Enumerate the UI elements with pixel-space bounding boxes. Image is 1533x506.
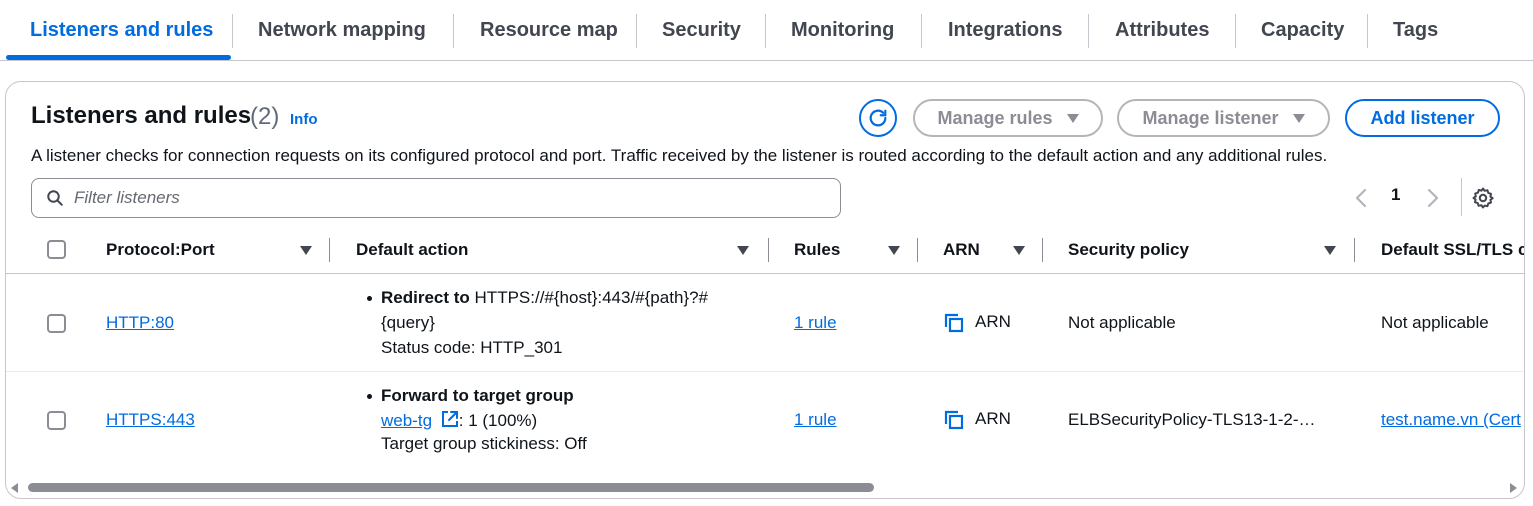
column-resizer[interactable] bbox=[917, 238, 918, 262]
ssl-certificate-value: Not applicable bbox=[1381, 313, 1489, 332]
listeners-panel: Listeners and rules (2) Info Manage rule… bbox=[5, 81, 1525, 499]
security-policy-value: ELBSecurityPolicy-TLS13-1-2-… bbox=[1068, 410, 1316, 429]
tab-integrations[interactable]: Integrations bbox=[948, 0, 1062, 61]
sort-caret-icon[interactable] bbox=[1324, 246, 1336, 255]
tab-listeners-and-rules[interactable]: Listeners and rules bbox=[30, 0, 213, 61]
rules-link[interactable]: 1 rule bbox=[794, 313, 837, 333]
column-header-protocol-port[interactable]: Protocol:Port bbox=[106, 240, 215, 260]
default-action-line: Forward to target group bbox=[381, 386, 574, 406]
tab-divider bbox=[1235, 14, 1236, 48]
target-group-line: web-tg : 1 (100%) bbox=[381, 410, 537, 431]
default-action-line: Redirect to HTTPS://#{host}:443/#{path}?… bbox=[381, 288, 708, 308]
manage-listener-label: Manage listener bbox=[1142, 107, 1279, 128]
tab-bar: Listeners and rules Network mapping Reso… bbox=[0, 0, 1533, 61]
manage-rules-button[interactable]: Manage rules bbox=[913, 99, 1103, 137]
horizontal-scrollbar[interactable] bbox=[6, 477, 1524, 497]
sort-caret-icon[interactable] bbox=[1013, 246, 1025, 255]
search-input[interactable] bbox=[74, 188, 774, 208]
external-link-icon[interactable] bbox=[441, 410, 459, 428]
row-checkbox[interactable] bbox=[47, 411, 66, 430]
arn-label: ARN bbox=[975, 409, 1011, 428]
tab-capacity[interactable]: Capacity bbox=[1261, 0, 1344, 61]
listener-count: (2) bbox=[250, 103, 280, 130]
gear-icon[interactable] bbox=[1471, 186, 1495, 210]
tab-divider bbox=[1088, 14, 1089, 48]
panel-title: Listeners and rules bbox=[31, 102, 252, 129]
tab-monitoring[interactable]: Monitoring bbox=[791, 0, 894, 61]
column-resizer[interactable] bbox=[329, 238, 330, 262]
scroll-left-arrow-icon[interactable] bbox=[11, 483, 18, 493]
tab-network-mapping[interactable]: Network mapping bbox=[258, 0, 426, 61]
status-code: Status code: HTTP_301 bbox=[381, 338, 563, 357]
column-header-rules[interactable]: Rules bbox=[794, 240, 840, 260]
sort-caret-icon[interactable] bbox=[300, 246, 312, 255]
tab-divider bbox=[765, 14, 766, 48]
panel-description: A listener checks for connection request… bbox=[31, 146, 1328, 165]
copy-icon[interactable] bbox=[944, 313, 964, 333]
column-header-security-policy[interactable]: Security policy bbox=[1068, 240, 1189, 260]
list-bullet bbox=[367, 394, 372, 399]
tab-resource-map[interactable]: Resource map bbox=[480, 0, 618, 61]
target-weight: : 1 (100%) bbox=[458, 411, 538, 430]
sort-caret-icon[interactable] bbox=[737, 246, 749, 255]
caret-down-icon bbox=[1292, 113, 1305, 123]
search-icon bbox=[47, 190, 63, 206]
protocol-port-link[interactable]: HTTP:80 bbox=[106, 313, 174, 333]
protocol-port-link[interactable]: HTTPS:443 bbox=[106, 410, 195, 430]
action-title: Redirect to bbox=[381, 288, 470, 307]
chevron-left-icon[interactable] bbox=[1355, 188, 1367, 208]
column-header-default-action[interactable]: Default action bbox=[356, 240, 468, 260]
action-title: Forward to target group bbox=[381, 386, 574, 405]
table-row: HTTPS:443 Forward to target group web-tg… bbox=[6, 372, 1524, 472]
tab-divider bbox=[1367, 14, 1368, 48]
row-checkbox[interactable] bbox=[47, 314, 66, 333]
stickiness-status: Target group stickiness: Off bbox=[381, 434, 587, 453]
column-resizer[interactable] bbox=[1354, 238, 1355, 262]
copy-icon[interactable] bbox=[944, 410, 964, 430]
tab-security[interactable]: Security bbox=[662, 0, 741, 61]
manage-rules-label: Manage rules bbox=[937, 107, 1053, 128]
security-policy-value: Not applicable bbox=[1068, 313, 1176, 332]
add-listener-button[interactable]: Add listener bbox=[1345, 99, 1500, 137]
filter-listeners-search bbox=[31, 178, 841, 218]
current-page-number[interactable]: 1 bbox=[1391, 185, 1400, 205]
target-group-link[interactable]: web-tg bbox=[381, 411, 432, 430]
caret-down-icon bbox=[1066, 113, 1079, 123]
refresh-button[interactable] bbox=[859, 99, 897, 137]
tab-divider bbox=[921, 14, 922, 48]
sort-caret-icon[interactable] bbox=[888, 246, 900, 255]
scroll-right-arrow-icon[interactable] bbox=[1510, 483, 1517, 493]
tab-divider bbox=[453, 14, 454, 48]
rules-link[interactable]: 1 rule bbox=[794, 410, 837, 430]
manage-listener-button[interactable]: Manage listener bbox=[1117, 99, 1330, 137]
refresh-icon bbox=[869, 109, 887, 127]
tab-tags[interactable]: Tags bbox=[1393, 0, 1438, 61]
select-all-checkbox[interactable] bbox=[47, 240, 66, 259]
scrollbar-thumb[interactable] bbox=[28, 483, 874, 492]
redirect-target-continued: {query} bbox=[381, 313, 435, 332]
table-header: Protocol:Port Default action Rules ARN S… bbox=[6, 228, 1524, 274]
column-header-arn[interactable]: ARN bbox=[943, 240, 980, 260]
list-bullet bbox=[367, 296, 372, 301]
column-header-default-ssl-tls[interactable]: Default SSL/TLS c bbox=[1381, 240, 1524, 260]
tab-divider bbox=[636, 14, 637, 48]
arn-label: ARN bbox=[975, 312, 1011, 331]
table-row: HTTP:80 Redirect to HTTPS://#{host}:443/… bbox=[6, 274, 1524, 372]
column-resizer[interactable] bbox=[768, 238, 769, 262]
redirect-target: HTTPS://#{host}:443/#{path}?# bbox=[474, 288, 708, 307]
tab-divider bbox=[232, 14, 233, 48]
column-resizer[interactable] bbox=[1042, 238, 1043, 262]
info-link[interactable]: Info bbox=[290, 111, 318, 128]
pager-divider bbox=[1461, 178, 1462, 216]
ssl-certificate-link[interactable]: test.name.vn (Cert bbox=[1381, 410, 1521, 430]
active-tab-indicator bbox=[6, 55, 231, 60]
chevron-right-icon[interactable] bbox=[1427, 188, 1439, 208]
add-listener-label: Add listener bbox=[1370, 107, 1475, 128]
tab-attributes[interactable]: Attributes bbox=[1115, 0, 1209, 61]
